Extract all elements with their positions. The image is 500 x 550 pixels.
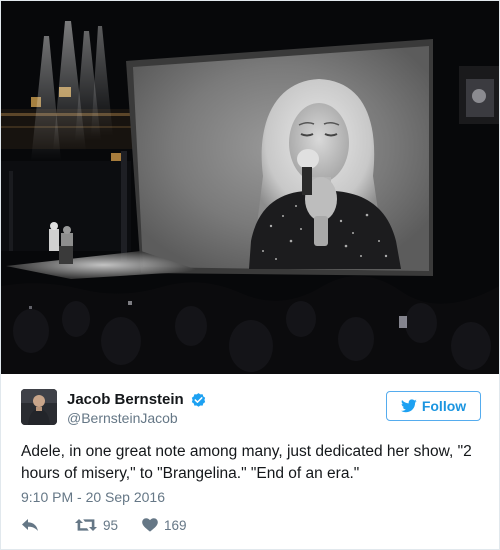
verified-badge-icon xyxy=(191,392,205,407)
follow-label: Follow xyxy=(421,398,467,414)
heart-icon xyxy=(142,518,158,532)
author-handle[interactable]: @BernsteinJacob xyxy=(67,410,178,426)
avatar[interactable] xyxy=(21,389,57,425)
follow-button[interactable]: Follow xyxy=(386,391,481,421)
tweet-photo[interactable] xyxy=(1,1,499,374)
retweet-button[interactable]: 95 xyxy=(75,518,118,533)
concert-photo xyxy=(1,1,499,374)
like-count: 169 xyxy=(164,517,187,533)
retweet-count: 95 xyxy=(103,517,119,533)
reply-button[interactable] xyxy=(21,518,39,532)
avatar-image xyxy=(21,389,57,425)
twitter-bird-icon xyxy=(400,399,417,413)
tweet-actions: 95 169 xyxy=(21,516,187,534)
author-name[interactable]: Jacob Bernstein xyxy=(67,391,207,409)
tweet-text: Adele, in one great note among many, jus… xyxy=(21,443,472,482)
timestamp[interactable]: 9:10 PM - 20 Sep 2016 xyxy=(21,488,165,506)
author-name-text: Jacob Bernstein xyxy=(67,391,184,408)
tweet-card: Jacob Bernstein @BernsteinJacob Follow A… xyxy=(0,0,500,550)
like-button[interactable]: 169 xyxy=(142,518,187,533)
reply-icon xyxy=(22,519,38,531)
retweet-icon xyxy=(75,519,97,531)
